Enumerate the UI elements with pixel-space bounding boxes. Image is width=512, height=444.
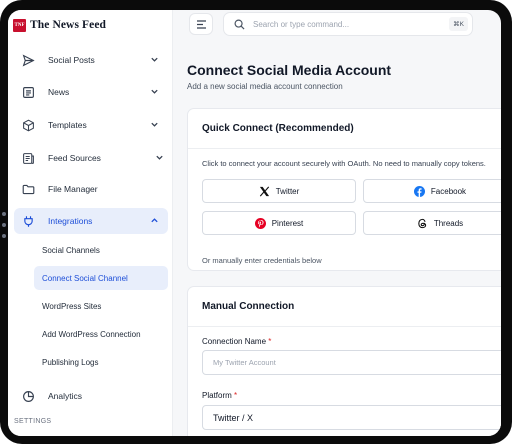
sidebar-item-label: News — [48, 87, 70, 97]
device-frame: TNF The News Feed Social Posts News Temp… — [0, 0, 512, 444]
frame-dots — [2, 212, 6, 238]
main-content: Search or type command... ⌘K Connect Soc… — [173, 10, 501, 436]
connect-pinterest-label: Pinterest — [271, 218, 304, 228]
sidebar-subitem-label: Add WordPress Connection — [42, 329, 141, 339]
chevron-down-icon[interactable] — [155, 153, 164, 162]
sidebar-subitem-add-wordpress-connection[interactable]: Add WordPress Connection — [34, 322, 168, 346]
sidebar-item-social-posts[interactable]: Social Posts — [14, 47, 168, 73]
sidebar-section-settings: SETTINGS — [14, 418, 52, 425]
sidebar-item-label: Integrations — [48, 216, 93, 226]
platform-selected-value: Twitter / X — [213, 412, 254, 423]
feed-icon — [22, 152, 35, 165]
sidebar-item-label: File Manager — [48, 184, 98, 194]
connect-facebook-button[interactable]: Facebook — [363, 179, 501, 203]
chevron-down-icon[interactable] — [150, 120, 159, 129]
menu-icon — [196, 19, 206, 29]
topbar: Search or type command... ⌘K — [173, 10, 501, 40]
sidebar-subitem-label: Connect Social Channel — [42, 273, 128, 283]
search-icon — [234, 19, 245, 30]
brand-logo[interactable]: TNF The News Feed — [8, 10, 172, 40]
manual-connection-title: Manual Connection — [188, 287, 501, 327]
page-subtitle: Add a new social media account connectio… — [187, 82, 343, 91]
sidebar-subitem-label: Social Channels — [42, 245, 100, 255]
quick-connect-title: Quick Connect (Recommended) — [188, 109, 501, 149]
connection-name-label-text: Connection Name — [202, 337, 267, 346]
threads-icon — [418, 218, 426, 228]
quick-connect-description: Click to connect your account securely w… — [202, 159, 486, 168]
manual-entry-hint: Or manually enter credentials below — [202, 256, 322, 265]
chevron-down-icon[interactable] — [150, 87, 159, 96]
sidebar-item-integrations[interactable]: Integrations — [14, 208, 168, 234]
sidebar-item-label: Feed Sources — [48, 153, 101, 163]
folder-icon — [22, 183, 35, 196]
sidebar-item-feed-sources[interactable]: Feed Sources — [14, 145, 168, 171]
connect-twitter-button[interactable]: Twitter — [202, 179, 356, 203]
connection-name-input[interactable]: My Twitter Account — [202, 350, 501, 375]
brand-name: The News Feed — [30, 19, 107, 31]
connection-name-placeholder: My Twitter Account — [213, 358, 276, 367]
sidebar: TNF The News Feed Social Posts News Temp… — [8, 10, 173, 436]
sidebar-subitem-publishing-logs[interactable]: Publishing Logs — [34, 350, 168, 374]
quick-connect-card: Quick Connect (Recommended) Click to con… — [187, 108, 501, 271]
plug-icon — [22, 215, 35, 228]
send-icon — [22, 54, 35, 67]
sidebar-subitem-label: Publishing Logs — [42, 357, 99, 367]
pinterest-icon — [254, 217, 266, 229]
platform-select[interactable]: Twitter / X — [202, 405, 501, 430]
chevron-up-icon[interactable] — [150, 216, 159, 225]
chevron-down-icon[interactable] — [150, 55, 159, 64]
sidebar-item-file-manager[interactable]: File Manager — [14, 176, 168, 202]
connect-threads-button[interactable]: Threads — [363, 211, 501, 235]
page-title: Connect Social Media Account — [187, 62, 392, 78]
sidebar-item-templates[interactable]: Templates — [14, 112, 168, 138]
platform-label: Platform * — [202, 391, 237, 400]
brand-logo-mark: TNF — [13, 18, 26, 32]
app-screen: TNF The News Feed Social Posts News Temp… — [8, 10, 501, 436]
shortcut-badge: ⌘K — [449, 17, 468, 31]
sidebar-subitem-wordpress-sites[interactable]: WordPress Sites — [34, 294, 168, 318]
sidebar-item-analytics[interactable]: Analytics — [14, 383, 168, 409]
platform-label-text: Platform — [202, 391, 232, 400]
required-mark: * — [234, 391, 238, 400]
search-placeholder: Search or type command... — [253, 19, 350, 29]
sidebar-subitem-connect-social-channel[interactable]: Connect Social Channel — [34, 266, 168, 290]
connect-twitter-label: Twitter — [275, 186, 300, 196]
facebook-icon — [413, 185, 425, 197]
manual-connection-card: Manual Connection Connection Name * My T… — [187, 286, 501, 436]
sidebar-subitem-label: WordPress Sites — [42, 301, 102, 311]
x-logo-icon — [259, 186, 269, 196]
box-icon — [22, 119, 35, 132]
sidebar-item-news[interactable]: News — [14, 79, 168, 105]
connect-pinterest-button[interactable]: Pinterest — [202, 211, 356, 235]
sidebar-item-label: Social Posts — [48, 55, 95, 65]
sidebar-subitem-social-channels[interactable]: Social Channels — [34, 238, 168, 262]
sidebar-item-label: Analytics — [48, 391, 83, 401]
connection-name-label: Connection Name * — [202, 337, 271, 346]
connect-threads-label: Threads — [433, 218, 464, 228]
pie-chart-icon — [22, 390, 35, 403]
sidebar-toggle-button[interactable] — [189, 13, 213, 35]
sidebar-item-label: Templates — [48, 120, 87, 130]
connect-facebook-label: Facebook — [430, 186, 467, 196]
search-input[interactable]: Search or type command... ⌘K — [223, 12, 473, 36]
required-mark: * — [268, 337, 272, 346]
newspaper-icon — [22, 86, 35, 99]
